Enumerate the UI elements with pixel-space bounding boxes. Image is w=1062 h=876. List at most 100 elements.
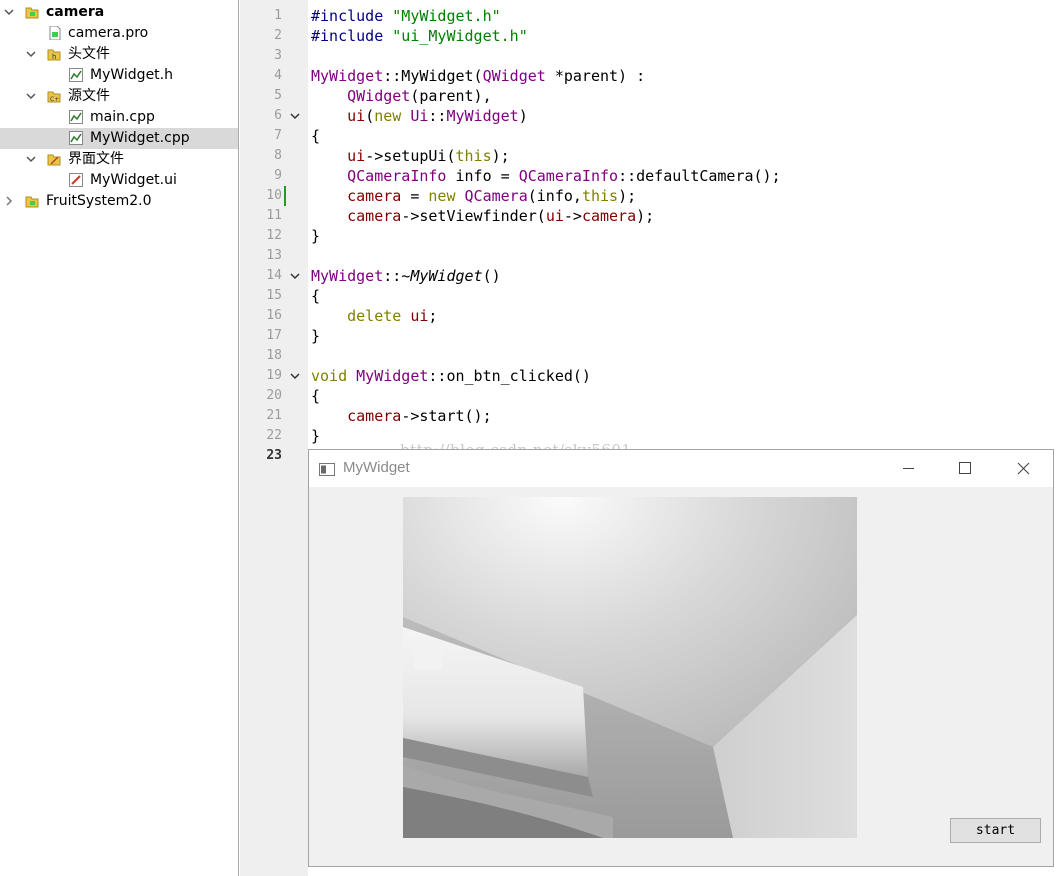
line-number: 15 [266, 288, 282, 303]
chevron-down-icon[interactable] [24, 44, 38, 65]
minimize-button[interactable] [885, 450, 931, 487]
header-folder-icon: h [47, 47, 61, 61]
form-folder-icon [47, 152, 61, 166]
tree-item-label: camera [46, 4, 105, 20]
code-line: ui(new Ui::MyWidget) [347, 107, 528, 125]
line-number: 19 [266, 368, 282, 383]
code-line: QCameraInfo info = QCameraInfo::defaultC… [347, 167, 781, 185]
change-marker [284, 186, 286, 206]
line-number: 10 [266, 188, 282, 203]
line-number: 13 [266, 248, 282, 263]
current-line-number: 23 [266, 448, 282, 463]
code-line: #include "ui_MyWidget.h" [311, 27, 528, 45]
maximize-button[interactable] [941, 450, 987, 487]
cpp-file-icon [69, 131, 83, 145]
line-number: 7 [274, 128, 282, 143]
code-line: { [311, 127, 321, 145]
tree-item-mywidget-h[interactable]: MyWidget.h [0, 65, 238, 86]
line-number: 12 [266, 228, 282, 243]
qt-project-icon [25, 5, 39, 19]
line-number: 18 [266, 348, 282, 363]
tree-item-label: MyWidget.ui [90, 172, 177, 188]
code-line: delete ui; [347, 307, 438, 325]
start-button[interactable]: start [950, 818, 1041, 843]
ui-file-icon [69, 173, 83, 187]
code-line: camera->start(); [347, 407, 492, 425]
header-file-icon [69, 68, 83, 82]
code-line: camera->setViewfinder(ui->camera); [347, 207, 655, 225]
fold-chevron-icon[interactable] [288, 366, 302, 386]
line-number: 17 [266, 328, 282, 343]
code-line: MyWidget::MyWidget(QWidget *parent) : [311, 67, 646, 85]
code-line: ui->setupUi(this); [347, 147, 510, 165]
tree-item-fruitsystem[interactable]: FruitSystem2.0 [0, 191, 238, 212]
line-number: 4 [274, 68, 282, 83]
tree-item-headers[interactable]: h 头文件 [0, 44, 238, 65]
source-folder-icon: C+ [47, 89, 61, 103]
maximize-icon [959, 462, 971, 474]
code-line: { [311, 387, 321, 405]
code-line: void MyWidget::on_btn_clicked() [311, 367, 591, 385]
tree-item-mywidget-cpp[interactable]: MyWidget.cpp [0, 128, 238, 149]
line-number: 21 [266, 408, 282, 423]
camera-viewfinder [403, 497, 857, 838]
line-number: 16 [266, 308, 282, 323]
code-text[interactable]: #include "MyWidget.h" #include "ui_MyWid… [311, 6, 781, 466]
tree-item-camera[interactable]: camera [0, 2, 238, 23]
tree-item-label: main.cpp [90, 109, 155, 125]
window-titlebar[interactable]: MyWidget [309, 450, 1053, 487]
line-number-gutter: 1 2 3 4 5 6 7 8 9 10 11 12 13 14 15 16 1… [240, 0, 308, 876]
line-number: 3 [274, 48, 282, 63]
tree-item-label: FruitSystem2.0 [46, 193, 152, 209]
tree-item-label: MyWidget.cpp [90, 130, 190, 146]
code-line: { [311, 287, 321, 305]
fold-chevron-icon[interactable] [288, 266, 302, 286]
mywidget-window[interactable]: MyWidget start [308, 449, 1054, 867]
tree-item-forms[interactable]: 界面文件 [0, 149, 238, 170]
line-number: 11 [266, 208, 282, 223]
tree-item-label: 源文件 [68, 88, 110, 104]
chevron-down-icon[interactable] [2, 2, 16, 23]
tree-item-main-cpp[interactable]: main.cpp [0, 107, 238, 128]
line-number: 2 [274, 28, 282, 43]
tree-item-label: camera.pro [68, 25, 149, 41]
window-title: MyWidget [343, 459, 410, 476]
code-line: QWidget(parent), [347, 87, 492, 105]
project-tree: camera camera.pro h 头文件 MyWidget.h C+ 源文… [0, 0, 239, 876]
line-number: 20 [266, 388, 282, 403]
line-number: 1 [274, 8, 282, 23]
camera-feed-image [403, 497, 857, 838]
code-line: MyWidget::~MyWidget() [311, 267, 501, 285]
line-number: 14 [266, 268, 282, 283]
chevron-down-icon[interactable] [24, 149, 38, 170]
cpp-file-icon [69, 110, 83, 124]
chevron-down-icon[interactable] [24, 86, 38, 107]
tree-item-camera-pro[interactable]: camera.pro [0, 23, 238, 44]
tree-item-label: 界面文件 [68, 151, 124, 167]
code-line: #include "MyWidget.h" [311, 7, 501, 25]
close-button[interactable] [1000, 450, 1046, 487]
code-line: } [311, 327, 321, 345]
close-icon [1017, 462, 1030, 475]
line-number: 22 [266, 428, 282, 443]
svg-text:C+: C+ [50, 96, 59, 103]
window-app-icon [319, 461, 335, 476]
fold-chevron-icon[interactable] [288, 106, 302, 126]
line-number: 9 [274, 168, 282, 183]
svg-text:h: h [52, 53, 56, 61]
tree-item-mywidget-ui[interactable]: MyWidget.ui [0, 170, 238, 191]
tree-item-label: MyWidget.h [90, 67, 173, 83]
chevron-right-icon[interactable] [2, 191, 16, 212]
minimize-icon [903, 468, 914, 469]
line-number: 8 [274, 148, 282, 163]
code-line: camera = new QCamera(info,this); [347, 187, 637, 205]
line-number: 6 [274, 108, 282, 123]
tree-item-label: 头文件 [68, 46, 110, 62]
pro-file-icon [48, 25, 62, 41]
qt-project-icon [25, 194, 39, 208]
code-line: } [311, 227, 321, 245]
tree-item-sources[interactable]: C+ 源文件 [0, 86, 238, 107]
